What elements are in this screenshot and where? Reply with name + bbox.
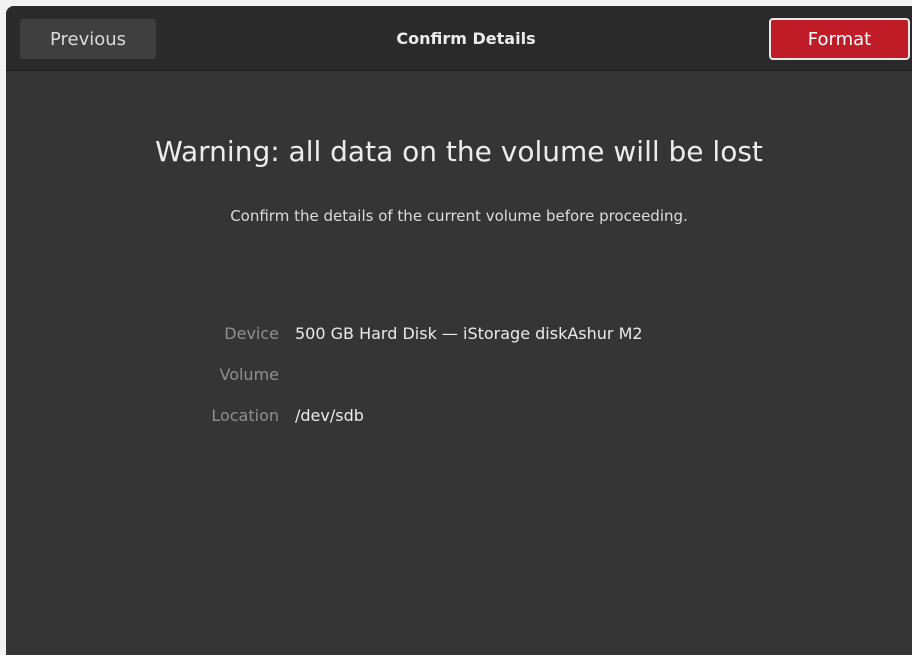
confirm-subtext: Confirm the details of the current volum… [230,207,688,225]
device-label: Device [224,324,279,343]
previous-button[interactable]: Previous [19,18,157,60]
header-bar: Previous Confirm Details Format [6,6,912,71]
location-value: /dev/sdb [295,406,364,425]
dialog-title: Confirm Details [396,29,536,48]
previous-button-label: Previous [49,28,127,50]
format-button[interactable]: Format [769,18,910,60]
warning-heading: Warning: all data on the volume will be … [155,135,763,168]
location-label: Location [211,406,279,425]
device-value: 500 GB Hard Disk — iStorage diskAshur M2 [295,324,643,343]
volume-label: Volume [219,365,279,384]
confirm-details-dialog: Previous Confirm Details Format Warning:… [6,6,912,655]
format-button-label: Format [807,28,872,50]
